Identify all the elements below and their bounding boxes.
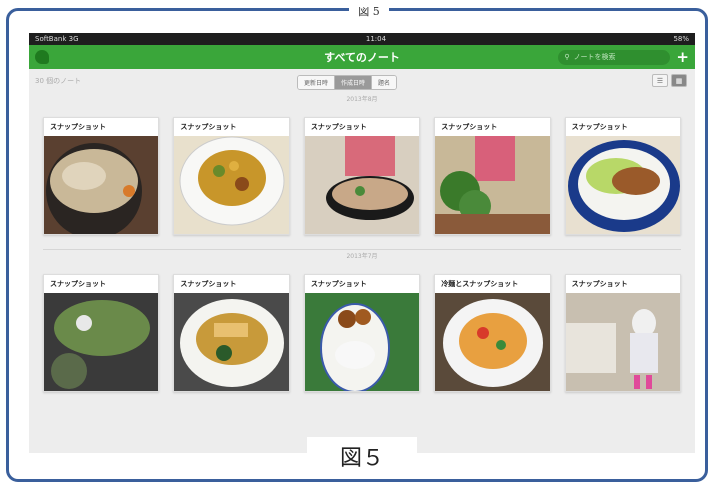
note-thumbnail — [44, 293, 159, 391]
note-card[interactable]: スナップショット — [303, 274, 421, 392]
note-title: スナップショット — [571, 123, 628, 131]
note-card[interactable]: スナップショット — [173, 274, 290, 392]
note-card[interactable]: スナップショット — [434, 117, 551, 235]
section-month-label: 2013年7月 — [346, 253, 378, 260]
sort-title-button[interactable]: 題名 — [372, 76, 397, 89]
battery-label: 58% — [673, 35, 689, 43]
note-row: スナップショット スナップショット スナップショット 冷麺とスナップショット ス… — [29, 274, 695, 392]
list-view-button[interactable]: ☰ — [652, 74, 668, 87]
note-title: 冷麺とスナップショット — [441, 280, 519, 288]
note-thumbnail — [435, 293, 550, 391]
note-title: スナップショット — [50, 280, 106, 288]
sort-updated-button[interactable]: 更新日時 — [298, 76, 336, 89]
note-card[interactable]: スナップショット — [564, 117, 682, 235]
note-title: スナップショット — [50, 123, 106, 131]
note-card[interactable]: 冷麺とスナップショット — [434, 274, 551, 392]
note-thumbnail — [174, 293, 289, 391]
note-thumbnail — [565, 293, 681, 391]
sort-created-button[interactable]: 作成日時 — [335, 76, 373, 89]
note-thumbnail — [565, 136, 681, 234]
note-title: スナップショット — [310, 123, 367, 131]
clock-label: 11:04 — [365, 35, 387, 43]
note-card[interactable]: スナップショット — [43, 274, 160, 392]
note-thumbnail — [174, 136, 289, 234]
note-row: スナップショット スナップショット スナップショット スナップショット スナップ… — [29, 117, 695, 235]
note-thumbnail — [304, 293, 420, 391]
figure-frame: 図 5 SoftBank 3G 11:04 58% すべてのノート ⚲ ノートを… — [6, 7, 708, 482]
note-card[interactable]: スナップショット — [303, 117, 421, 235]
note-thumbnail — [44, 136, 159, 234]
nav-bar: すべてのノート ⚲ ノートを検索 + — [29, 45, 695, 69]
list-icon: ☰ — [656, 76, 664, 85]
grid-icon: ▦ — [675, 76, 683, 85]
note-thumbnail — [304, 136, 420, 234]
sort-toolbar: 30 個のノート 更新日時 作成日時 題名 ☰ ▦ — [29, 69, 695, 93]
note-card[interactable]: スナップショット — [43, 117, 160, 235]
figure-caption: 図５ — [307, 437, 417, 477]
note-title: スナップショット — [180, 123, 237, 131]
sort-segmented-control: 更新日時 作成日時 題名 — [297, 75, 398, 90]
figure-label-top: 図 5 — [349, 7, 389, 19]
status-bar: SoftBank 3G 11:04 58% — [29, 33, 695, 45]
note-title: スナップショット — [571, 280, 628, 288]
note-title: スナップショット — [180, 280, 237, 288]
section-month-label: 2013年8月 — [346, 96, 378, 103]
note-card[interactable]: スナップショット — [564, 274, 682, 392]
search-icon: ⚲ — [564, 53, 570, 61]
search-placeholder: ノートを検索 — [573, 53, 616, 61]
note-title: スナップショット — [441, 123, 498, 131]
search-input[interactable]: ⚲ ノートを検索 — [558, 49, 671, 65]
evernote-logo-icon[interactable] — [35, 50, 49, 64]
note-thumbnail — [435, 136, 550, 234]
add-note-button[interactable]: + — [676, 49, 689, 65]
note-card[interactable]: スナップショット — [173, 117, 290, 235]
note-title: スナップショット — [310, 280, 367, 288]
carrier-label: SoftBank 3G — [35, 35, 79, 43]
note-count: 30 個のノート — [35, 77, 82, 85]
grid-view-button[interactable]: ▦ — [671, 74, 687, 87]
ipad-screen: SoftBank 3G 11:04 58% すべてのノート ⚲ ノートを検索 +… — [29, 33, 695, 453]
